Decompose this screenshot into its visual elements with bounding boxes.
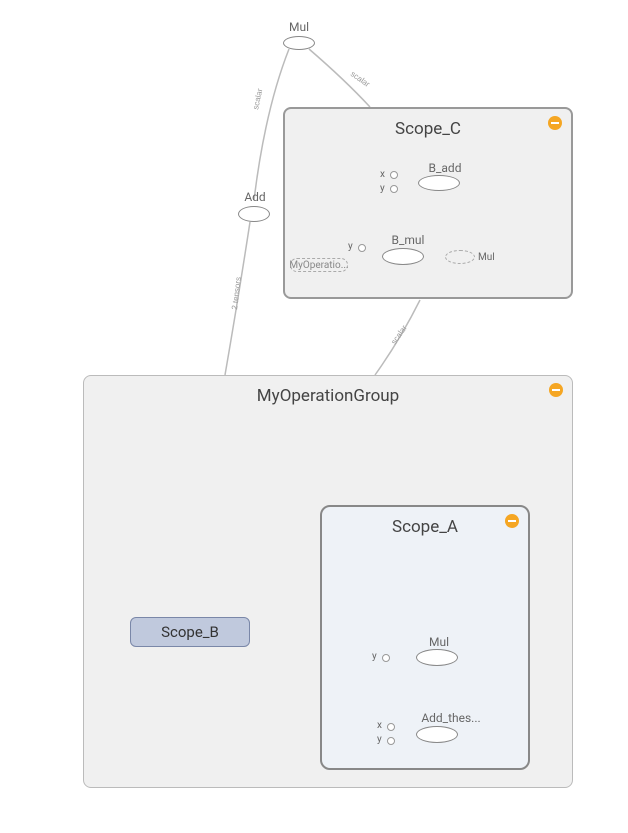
b-mul-port-y: y bbox=[348, 241, 353, 252]
my-op-group-title: MyOperationGroup bbox=[257, 386, 399, 406]
scope-a-title: Scope_A bbox=[392, 517, 458, 537]
b-mul-ref-left[interactable]: MyOperatio... bbox=[290, 258, 348, 272]
scope-c-box[interactable]: Scope_C B_add x y B_mul y MyOperatio... … bbox=[283, 107, 573, 299]
b-mul-node[interactable] bbox=[382, 248, 424, 265]
scope-c-title: Scope_C bbox=[395, 119, 461, 139]
my-op-group-collapse[interactable] bbox=[548, 382, 564, 398]
b-add-port-y: y bbox=[380, 183, 385, 194]
scope-c-collapse[interactable] bbox=[547, 115, 563, 131]
b-add-port-x: x bbox=[380, 169, 385, 180]
scope-a-mul-node[interactable] bbox=[416, 649, 458, 666]
scope-a-addth-node[interactable] bbox=[416, 726, 458, 743]
b-mul-port-y-dot bbox=[358, 244, 366, 252]
scope-a-box[interactable]: Scope_A Mul y Add_thes... x y bbox=[320, 505, 530, 770]
b-add-port-x-dot bbox=[390, 171, 398, 179]
b-add-node[interactable] bbox=[418, 175, 460, 191]
b-add-port-y-dot bbox=[390, 185, 398, 193]
b-mul-ref-right: Mul bbox=[478, 252, 495, 263]
edge-label-scalar-2: scalar bbox=[349, 69, 372, 89]
scope-a-addth-port-y-dot bbox=[387, 737, 395, 745]
edge-label-2tensors: 2 tensors bbox=[230, 276, 243, 310]
scope-a-mul-port-y: y bbox=[372, 651, 377, 662]
scope-a-mul-port-y-dot bbox=[382, 654, 390, 662]
scope-a-collapse[interactable] bbox=[504, 513, 520, 529]
mul-top-label: Mul bbox=[286, 20, 312, 34]
add-label: Add bbox=[242, 190, 268, 204]
b-mul-ref-right-shape[interactable] bbox=[445, 250, 475, 264]
scope-a-mul-label: Mul bbox=[426, 635, 452, 649]
scope-b-pill[interactable]: Scope_B bbox=[130, 617, 250, 647]
b-mul-label: B_mul bbox=[385, 233, 431, 247]
edge-label-scalar-1: scalar bbox=[251, 87, 264, 110]
scope-a-addth-port-y: y bbox=[377, 734, 382, 745]
graph-canvas: scalar scalar 2 tensors scalar scalar sc… bbox=[0, 0, 628, 833]
scope-a-addth-port-x: x bbox=[377, 720, 382, 731]
add-node[interactable] bbox=[238, 206, 270, 222]
mul-top-node[interactable] bbox=[283, 36, 315, 50]
scope-a-addth-label: Add_thes... bbox=[416, 711, 486, 725]
scope-a-addth-port-x-dot bbox=[387, 723, 395, 731]
scope-b-label: Scope_B bbox=[161, 623, 219, 641]
b-add-label: B_add bbox=[422, 161, 468, 175]
